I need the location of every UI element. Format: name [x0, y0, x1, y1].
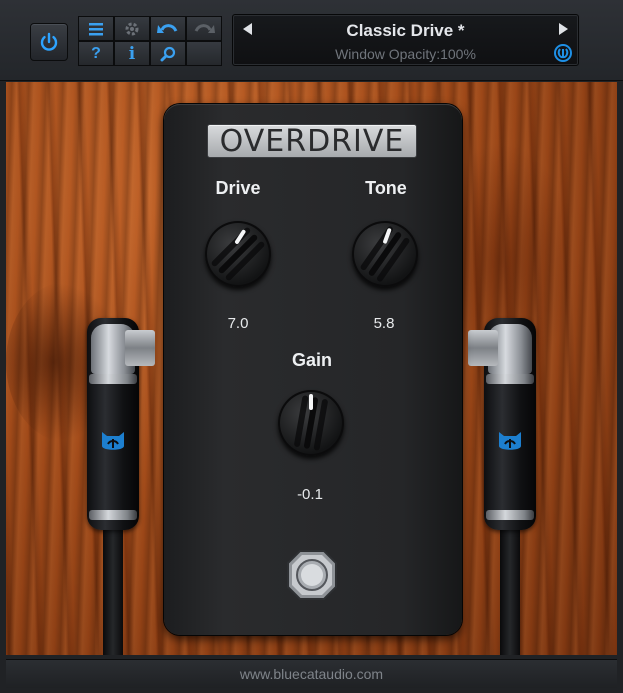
pedal-title: OVERDRIVE [207, 124, 417, 159]
plugin-window: ? i Classic Drive * Window Opacity:100% [0, 0, 623, 693]
output-jack [468, 330, 498, 366]
settings-button[interactable] [114, 16, 150, 41]
info-button[interactable]: i [114, 41, 150, 66]
footer-bar: www.bluecataudio.com [6, 659, 617, 688]
cable-wire [500, 526, 520, 655]
empty-toolbar-slot [186, 41, 222, 66]
power-icon [40, 32, 58, 51]
redo-button[interactable] [186, 16, 222, 41]
gain-knob[interactable] [278, 390, 344, 456]
tone-knob[interactable] [352, 221, 418, 287]
footer-url[interactable]: www.bluecataudio.com [6, 660, 617, 688]
next-preset-arrow-icon[interactable] [559, 23, 568, 35]
gain-label: Gain [291, 350, 332, 370]
cable-ring [486, 374, 534, 384]
drive-knob[interactable] [205, 221, 271, 287]
preset-name[interactable]: Classic Drive * [233, 21, 578, 41]
cable-wire [103, 526, 123, 655]
overdrive-pedal: OVERDRIVE Drive 7.0 Tone 5.8 Gain -0.1 [164, 104, 462, 635]
blue-cat-logo-icon[interactable] [554, 44, 572, 62]
status-text: Window Opacity:100% [335, 46, 476, 62]
drive-label: Drive [215, 178, 261, 198]
toolbar: ? i Classic Drive * Window Opacity:100% [0, 0, 623, 81]
tone-label: Tone [365, 178, 407, 198]
toolbar-button-grid: ? i [78, 16, 222, 66]
undo-icon [157, 23, 178, 33]
cable-ring [89, 510, 137, 520]
knob-indicator [309, 394, 313, 410]
cable-ring [486, 510, 534, 520]
drive-value[interactable]: 7.0 [188, 315, 288, 332]
cat-logo-icon [499, 432, 521, 450]
preset-display: Classic Drive * Window Opacity:100% [232, 14, 579, 66]
cable-ring [89, 374, 137, 384]
search-button[interactable] [150, 41, 186, 66]
menu-button[interactable] [78, 16, 114, 41]
tone-value[interactable]: 5.8 [334, 315, 434, 332]
search-icon [160, 46, 176, 61]
gear-icon [125, 22, 139, 35]
help-button[interactable]: ? [78, 41, 114, 66]
redo-icon [194, 23, 215, 33]
power-button[interactable] [30, 23, 68, 61]
cat-logo-icon [102, 432, 124, 450]
input-jack [125, 330, 155, 366]
menu-icon [89, 22, 103, 35]
footswitch[interactable] [284, 547, 340, 603]
info-icon: i [128, 43, 136, 64]
help-icon: ? [91, 44, 101, 62]
undo-button[interactable] [150, 16, 186, 41]
gain-value[interactable]: -0.1 [260, 486, 360, 503]
